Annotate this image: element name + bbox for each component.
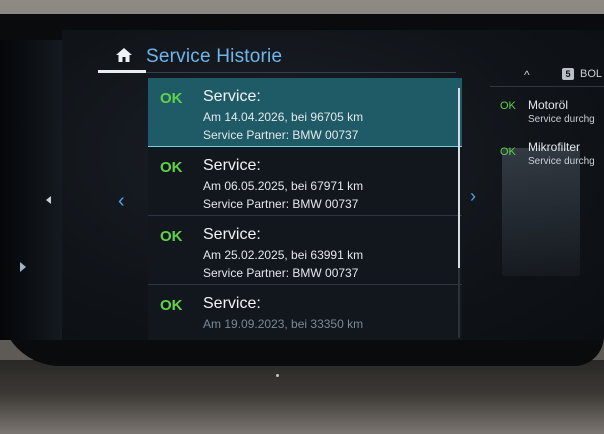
entry-date-mileage: Am 25.02.2025, bei 63991 km xyxy=(203,248,364,262)
entry-date-mileage: Am 14.04.2026, bei 96705 km xyxy=(203,110,364,124)
side-item-subtitle: Service durchg xyxy=(528,156,595,167)
status-ok-badge: OK xyxy=(500,146,516,158)
list-scrollbar-thumb[interactable] xyxy=(458,88,460,268)
home-button[interactable] xyxy=(104,42,144,68)
bezel-edge xyxy=(0,40,62,340)
service-entry-1[interactable]: OK Service: Am 14.04.2026, bei 96705 km … xyxy=(148,78,462,147)
side-panel-divider xyxy=(490,86,604,87)
title-divider xyxy=(146,72,456,73)
status-ok-badge: OK xyxy=(160,159,183,176)
entry-title: Service: xyxy=(203,88,261,105)
service-history-list: OK Service: Am 14.04.2026, bei 96705 km … xyxy=(148,78,462,340)
list-scrollbar-track[interactable] xyxy=(458,268,460,338)
bezel-play-icon xyxy=(20,262,26,272)
status-ok-badge: OK xyxy=(160,228,183,245)
bezel-mark-icon xyxy=(46,196,51,204)
entry-date-mileage: Am 06.05.2025, bei 67971 km xyxy=(203,179,364,193)
side-panel-badge: 5 xyxy=(562,68,574,80)
status-ok-badge: OK xyxy=(500,100,516,112)
service-entry-3[interactable]: OK Service: Am 25.02.2025, bei 63991 km … xyxy=(148,216,462,285)
home-icon xyxy=(116,48,132,62)
side-item-title: Motoröl xyxy=(528,98,569,112)
status-ok-badge: OK xyxy=(160,297,183,314)
infotainment-screen: Service Historie ‹ OK Service: Am 14.04.… xyxy=(62,30,604,340)
entry-service-partner: Service Partner: BMW 00737 xyxy=(203,197,359,211)
home-active-indicator xyxy=(98,70,146,73)
entry-service-partner: Service Partner: BMW 00737 xyxy=(203,128,359,142)
side-item-title: Mikrofilter xyxy=(528,140,581,154)
entry-title: Service: xyxy=(203,226,261,243)
side-panel-label: BOL xyxy=(580,68,603,80)
service-entry-4[interactable]: OK Service: Am 19.09.2023, bei 33350 km xyxy=(148,285,462,340)
chevron-up-icon[interactable]: ^ xyxy=(524,68,530,82)
dashboard-trim xyxy=(0,360,604,434)
entry-date-mileage: Am 19.09.2023, bei 33350 km xyxy=(203,317,364,331)
entry-service-partner: Service Partner: BMW 00737 xyxy=(203,266,359,280)
entry-title: Service: xyxy=(203,295,261,312)
nav-right-arrow-icon[interactable]: › xyxy=(470,186,476,207)
side-item-subtitle: Service durchg xyxy=(528,114,595,125)
service-entry-2[interactable]: OK Service: Am 06.05.2025, bei 67971 km … xyxy=(148,147,462,216)
page-title: Service Historie xyxy=(146,46,283,67)
screen-reflection xyxy=(502,148,580,276)
nav-left-arrow-icon[interactable]: ‹ xyxy=(118,190,125,213)
entry-title: Service: xyxy=(203,157,261,174)
status-ok-badge: OK xyxy=(160,90,183,107)
dashboard-indicator-light xyxy=(276,374,279,377)
